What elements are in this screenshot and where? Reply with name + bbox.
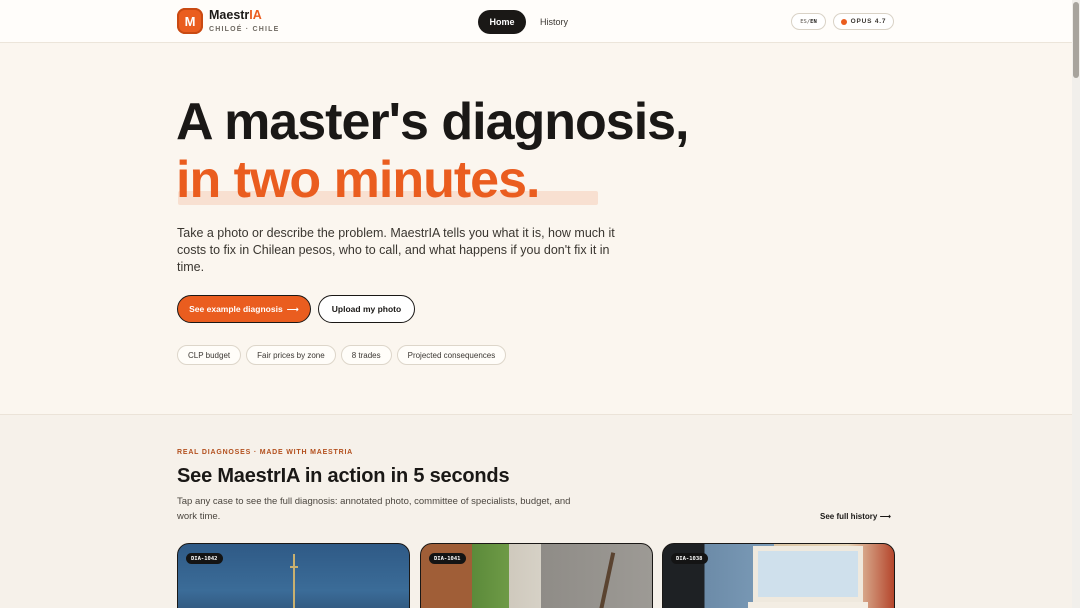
upload-photo-button[interactable]: Upload my photo	[318, 295, 415, 323]
language-toggle[interactable]: ES / EN	[791, 13, 826, 30]
case-id-badge: DIA-1038	[671, 553, 708, 564]
see-full-history-link[interactable]: See full history ⟶	[820, 512, 891, 521]
page-scrollbar[interactable]	[1072, 0, 1080, 608]
nav-history-tab[interactable]: History	[534, 10, 574, 34]
chip-clp-budget: CLP budget	[177, 345, 242, 365]
section-eyebrow: REAL DIAGNOSES · MADE WITH MAESTRIA	[177, 449, 354, 456]
window-sill-image	[748, 602, 868, 608]
hero-description: Take a photo or describe the problem. Ma…	[177, 226, 615, 274]
brand-name-suffix: IA	[249, 8, 262, 23]
hero-title-line1: A master's diagnosis,	[176, 93, 690, 151]
brand-text: MaestrIA CHILOÉ · CHILE	[209, 9, 279, 33]
feature-chips: CLP budget Fair prices by zone 8 trades …	[177, 345, 507, 365]
main-nav: Home History	[478, 10, 574, 34]
top-navigation-bar: M MaestrIA CHILOÉ · CHILE Home History E…	[0, 0, 1072, 43]
arrow-right-icon: ⟶	[286, 303, 299, 314]
chip-projected-consequences: Projected consequences	[396, 345, 507, 365]
nav-home-tab[interactable]: Home	[478, 10, 526, 34]
diagnosis-card[interactable]: DIA-1042	[177, 543, 410, 608]
model-badge-label: OPUS 4.7	[850, 18, 887, 25]
section-subtitle: Tap any case to see the full diagnosis: …	[177, 496, 571, 522]
chip-fair-prices: Fair prices by zone	[246, 345, 336, 365]
logo-mark: M	[177, 8, 203, 34]
scrollbar-thumb[interactable]	[1073, 2, 1079, 78]
brand-name-prefix: Maestr	[209, 8, 250, 23]
case-id-badge: DIA-1041	[429, 553, 466, 564]
window-image	[753, 546, 863, 602]
fence-post-image	[598, 552, 616, 608]
church-spire-image	[290, 554, 298, 608]
model-badge: OPUS 4.7	[833, 13, 894, 30]
status-dot-icon	[840, 18, 847, 25]
diagnosis-card[interactable]: DIA-1041	[420, 543, 653, 608]
brand-logo-link[interactable]: M MaestrIA CHILOÉ · CHILE	[177, 8, 279, 34]
brand-name: MaestrIA	[209, 9, 279, 22]
diagnosis-card[interactable]: DIA-1038	[662, 543, 895, 608]
see-example-label: See example diagnosis	[189, 304, 283, 314]
section-title: See MaestrIA in action in 5 seconds	[177, 465, 510, 487]
chip-trades: 8 trades	[340, 345, 392, 365]
see-example-diagnosis-button[interactable]: See example diagnosis ⟶	[177, 295, 311, 323]
lang-es[interactable]: ES	[800, 19, 807, 25]
case-id-badge: DIA-1042	[186, 553, 223, 564]
lang-en[interactable]: EN	[810, 19, 817, 25]
hero-title-line2: in two minutes.	[176, 151, 540, 209]
brand-location: CHILOÉ · CHILE	[209, 25, 280, 33]
